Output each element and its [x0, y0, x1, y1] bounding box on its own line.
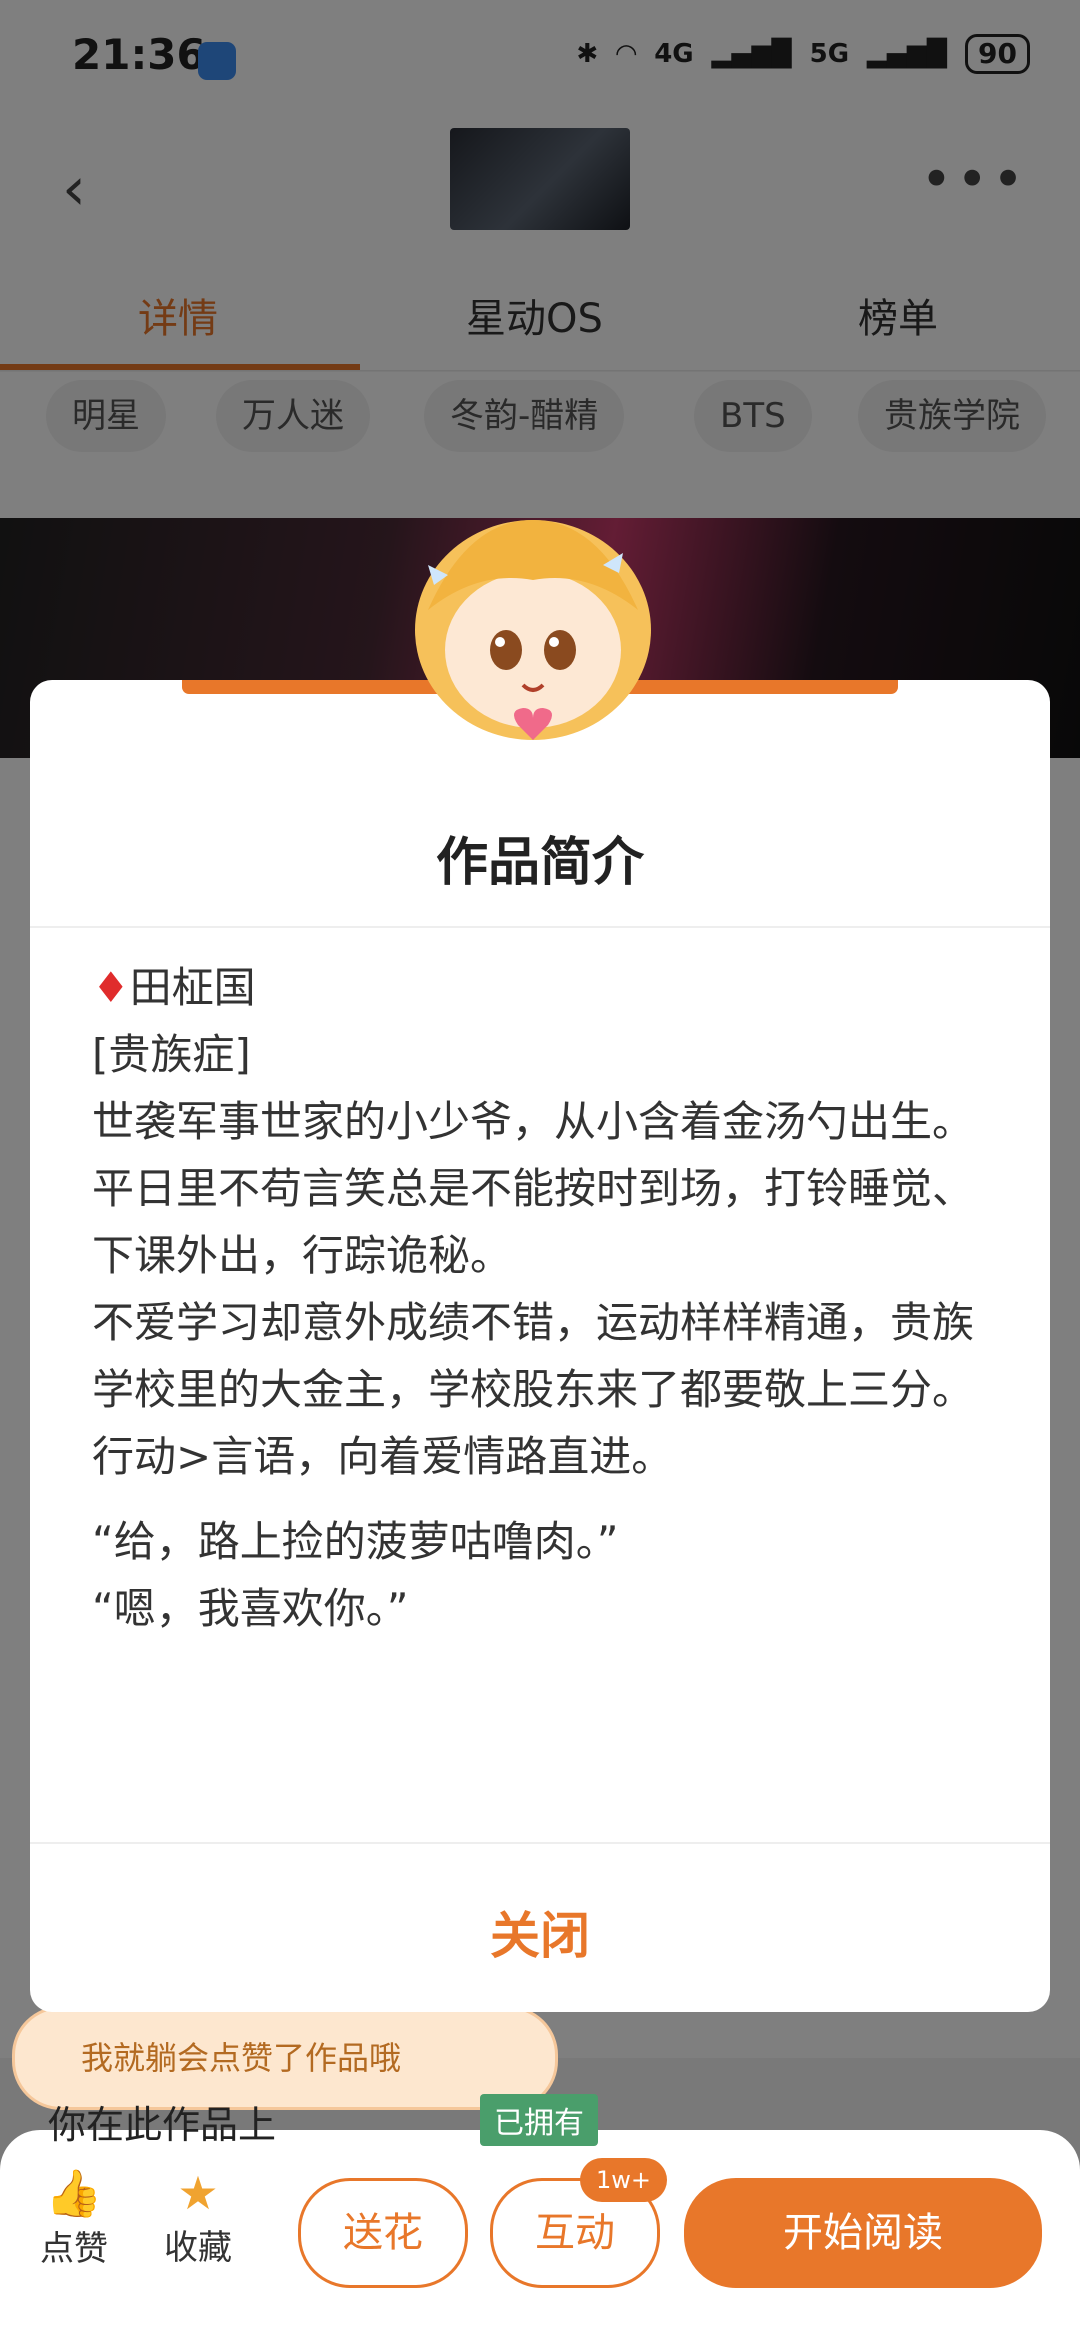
- like-label: 点赞: [40, 2229, 108, 2269]
- like-toast-text: 我就躺会点赞了作品哦: [81, 2039, 402, 2077]
- modal-divider-bottom: [30, 1842, 1050, 1844]
- close-button[interactable]: 关闭: [30, 1860, 1050, 2012]
- send-flower-button[interactable]: 送花: [298, 2178, 468, 2288]
- synopsis-line: [92, 1490, 1012, 1508]
- diamond-icon: ♦: [92, 963, 130, 1012]
- favorite-action[interactable]: ★ 收藏: [164, 2166, 232, 2269]
- star-icon: ★: [177, 2166, 219, 2220]
- modal-divider-top: [30, 926, 1050, 928]
- interact-count-badge: 1w+: [580, 2158, 668, 2202]
- start-reading-button[interactable]: 开始阅读: [684, 2178, 1042, 2288]
- synopsis-line: “给，路上捡的菠萝咕噜肉。”: [92, 1517, 619, 1566]
- synopsis-line: 行动>言语，向着爱情路直进。: [92, 1432, 674, 1481]
- synopsis-line: ♦田柾国: [92, 954, 1012, 1021]
- thumbs-up-icon: 👍: [45, 2166, 103, 2220]
- character-name: 田柾国: [129, 963, 256, 1012]
- mascot-illustration: [415, 520, 651, 740]
- modal-body: ♦田柾国 [贵族症] 世袭军事世家的小少爷，从小含着金汤勺出生。 平日里不苟言笑…: [92, 954, 1012, 1642]
- favorite-label: 收藏: [164, 2228, 232, 2268]
- synopsis-line: 平日里不苟言笑总是不能按时到场，打铃睡觉、下课外出，行踪诡秘。: [92, 1164, 975, 1280]
- owned-badge: 已拥有: [480, 2094, 598, 2146]
- synopsis-line: 世袭军事世家的小少爷，从小含着金汤勺出生。: [92, 1097, 975, 1146]
- modal-title: 作品简介: [435, 833, 644, 893]
- synopsis-line: [贵族症]: [92, 1030, 251, 1079]
- synopsis-line: “嗯，我喜欢你。”: [92, 1584, 409, 1633]
- synopsis-line: 不爱学习却意外成绩不错，运动样样精通，贵族学校里的大金主，学校股东来了都要敬上三…: [92, 1298, 975, 1414]
- stats-text: 你在此作品上: [48, 2103, 277, 2147]
- like-action[interactable]: 👍 点赞: [40, 2166, 108, 2270]
- synopsis-modal: 作品简介 ♦田柾国 [贵族症] 世袭军事世家的小少爷，从小含着金汤勺出生。 平日…: [30, 680, 1050, 2012]
